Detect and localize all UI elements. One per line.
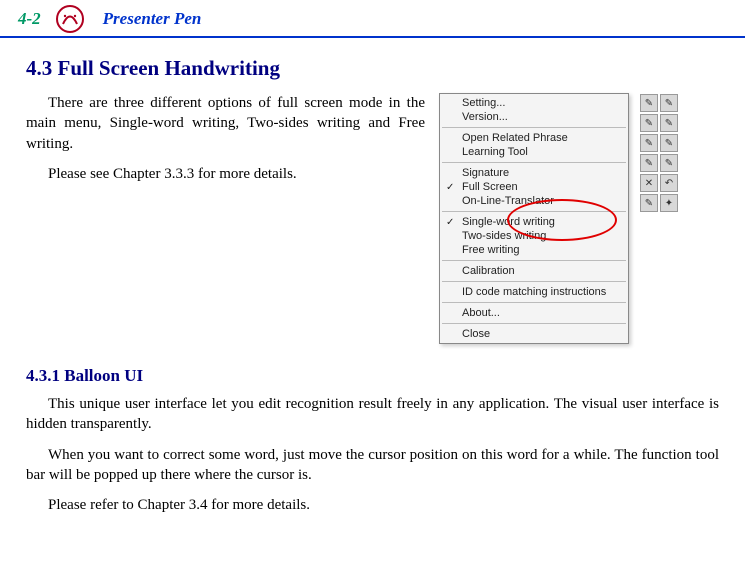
menu-item-signature[interactable]: Signature [440, 166, 628, 180]
section-4-3-1-title: 4.3.1 Balloon UI [26, 366, 719, 386]
context-menu-screenshot: Setting... Version... Open Related Phras… [439, 93, 719, 344]
pen-icon[interactable]: ✎ [660, 94, 678, 112]
pen-icon[interactable]: ✎ [640, 134, 658, 152]
menu-separator [442, 211, 626, 212]
header-title: Presenter Pen [103, 9, 202, 29]
section-4-3-text: There are three different options of ful… [26, 93, 425, 194]
menu-item-setting[interactable]: Setting... [440, 96, 628, 110]
menu-item-close[interactable]: Close [440, 327, 628, 341]
vertical-toolbar: ✎✎ ✎✎ ✎✎ ✎✎ ✕↶ ✎✦ [639, 93, 679, 344]
menu-separator [442, 162, 626, 163]
section-4-3-1-p1: This unique user interface let you edit … [26, 394, 719, 435]
menu-separator [442, 260, 626, 261]
pen-icon[interactable]: ✎ [660, 134, 678, 152]
pen-icon[interactable]: ✎ [640, 94, 658, 112]
menu-item-full-screen[interactable]: Full Screen [440, 180, 628, 194]
pen-icon[interactable]: ✎ [660, 114, 678, 132]
section-4-3-title: 4.3 Full Screen Handwriting [26, 56, 719, 81]
section-4-3-p2: Please see Chapter 3.3.3 for more detail… [26, 164, 425, 184]
page-header: 4-2 Presenter Pen [0, 0, 745, 38]
menu-item-two-sides-writing[interactable]: Two-sides writing [440, 229, 628, 243]
brand-logo-icon [53, 4, 87, 34]
pen-icon[interactable]: ✎ [660, 154, 678, 172]
brush-icon[interactable]: ✎ [640, 194, 658, 212]
menu-separator [442, 302, 626, 303]
menu-separator [442, 127, 626, 128]
menu-item-learning-tool[interactable]: Learning Tool [440, 145, 628, 159]
menu-separator [442, 323, 626, 324]
context-menu: Setting... Version... Open Related Phras… [439, 93, 629, 344]
section-4-3-1-p2: When you want to correct some word, just… [26, 445, 719, 486]
pen-icon[interactable]: ✎ [640, 114, 658, 132]
section-4-3-p1: There are three different options of ful… [26, 93, 425, 154]
menu-item-version[interactable]: Version... [440, 110, 628, 124]
section-4-3-1-body: This unique user interface let you edit … [26, 394, 719, 515]
menu-item-about[interactable]: About... [440, 306, 628, 320]
menu-item-single-word-writing[interactable]: Single-word writing [440, 215, 628, 229]
menu-item-id-code-matching[interactable]: ID code matching instructions [440, 285, 628, 299]
pen-icon[interactable]: ✎ [640, 154, 658, 172]
menu-item-free-writing[interactable]: Free writing [440, 243, 628, 257]
menu-item-open-related-phrase[interactable]: Open Related Phrase [440, 131, 628, 145]
page-content: 4.3 Full Screen Handwriting There are th… [0, 38, 745, 535]
wand-icon[interactable]: ✦ [660, 194, 678, 212]
undo-icon[interactable]: ↶ [660, 174, 678, 192]
menu-item-calibration[interactable]: Calibration [440, 264, 628, 278]
menu-item-online-translator[interactable]: On-Line-Translator [440, 194, 628, 208]
close-icon[interactable]: ✕ [640, 174, 658, 192]
section-4-3-body: There are three different options of ful… [26, 93, 719, 344]
section-4-3-1-p3: Please refer to Chapter 3.4 for more det… [26, 495, 719, 515]
menu-separator [442, 281, 626, 282]
page-number: 4-2 [18, 9, 41, 29]
